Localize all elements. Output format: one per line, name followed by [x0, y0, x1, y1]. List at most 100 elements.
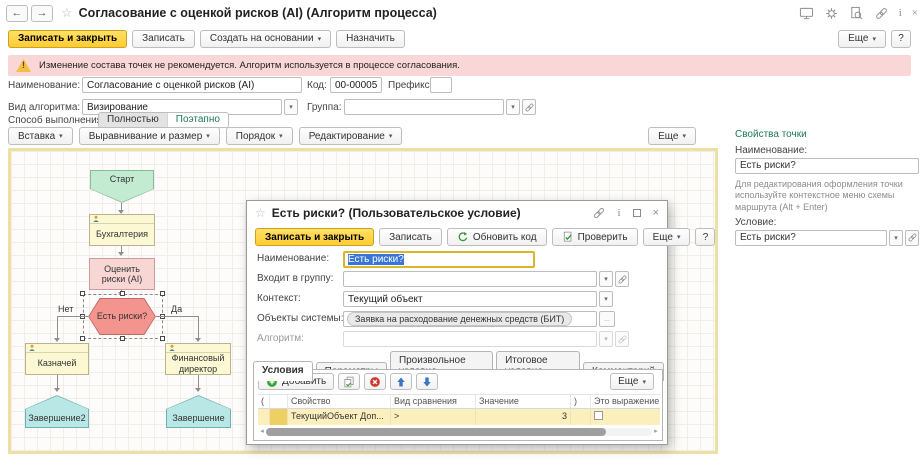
object-chip[interactable]: Заявка на расходование денежных средств …: [347, 312, 572, 326]
create-based-on-button[interactable]: Создать на основании ▾: [200, 30, 331, 48]
editing-menu-button[interactable]: Редактирование▾: [299, 127, 403, 145]
dialog-group-open-button[interactable]: [615, 271, 629, 287]
more-button[interactable]: Еще ▾: [838, 30, 886, 48]
find-icon[interactable]: [849, 6, 864, 21]
dialog-group-dropdown-button[interactable]: ▾: [599, 271, 613, 287]
tab-conditions[interactable]: Условия: [253, 361, 313, 381]
node-start[interactable]: Старт: [90, 170, 154, 203]
delete-button[interactable]: [364, 373, 386, 390]
move-up-button[interactable]: [390, 373, 412, 390]
save-button[interactable]: Записать: [132, 30, 195, 48]
group-dropdown-button[interactable]: ▾: [506, 99, 520, 115]
favorite-star-icon[interactable]: ☆: [61, 5, 73, 21]
panel-condition-input[interactable]: Есть риски?: [735, 230, 887, 246]
horizontal-scrollbar[interactable]: ◂ ▸: [258, 428, 660, 436]
refresh-code-button[interactable]: Обновить код: [447, 228, 547, 246]
prefix-input[interactable]: [430, 77, 452, 93]
algorithm-kind-dropdown-button[interactable]: ▾: [284, 99, 298, 115]
panel-title: Свойства точки: [735, 129, 919, 140]
node-treasurer[interactable]: Казначей: [25, 343, 89, 375]
table-toolbar: Добавить Еще▾: [254, 370, 662, 391]
panel-name-input[interactable]: Есть риски?: [735, 158, 919, 174]
align-size-menu-button[interactable]: Выравнивание и размер▾: [79, 127, 220, 145]
table-row[interactable]: ТекущийОбъект Доп... > 3: [258, 409, 660, 425]
node-accounting[interactable]: Бухгалтерия: [89, 214, 155, 246]
scrollbar-thumb[interactable]: [266, 428, 606, 436]
node-assess-risks[interactable]: Оценить риски (AI): [89, 258, 155, 290]
dialog-algorithm-input[interactable]: [343, 331, 597, 347]
group-open-button[interactable]: [522, 99, 536, 115]
table-more-button[interactable]: Еще▾: [610, 373, 654, 390]
dialog-more-button[interactable]: Еще▾: [643, 228, 691, 246]
dialog-star-icon[interactable]: ☆: [255, 206, 266, 220]
info-icon[interactable]: i: [899, 7, 902, 19]
copy-button[interactable]: [338, 373, 360, 390]
node-end[interactable]: Завершение: [166, 395, 231, 428]
dialog-help-button[interactable]: ?: [695, 228, 715, 246]
check-button[interactable]: Проверить: [552, 228, 638, 246]
dialog-save-close-button[interactable]: Записать и закрыть: [255, 228, 374, 246]
selection-handle[interactable]: [160, 336, 165, 341]
create-based-on-label: Создать на основании: [210, 33, 314, 44]
point-properties-panel: Свойства точки Наименование: Есть риски?…: [735, 129, 919, 246]
dialog-close-icon[interactable]: ×: [653, 207, 659, 219]
dialog-algorithm-dropdown-button[interactable]: ▾: [599, 331, 613, 347]
header-comparison: Вид сравнения: [391, 395, 476, 409]
close-icon[interactable]: ×: [912, 7, 918, 19]
forward-button[interactable]: →: [31, 5, 53, 22]
scroll-right-icon[interactable]: ▸: [652, 428, 660, 436]
selection-handle[interactable]: [120, 336, 125, 341]
connector-line: [57, 316, 88, 317]
dialog-group-input[interactable]: [343, 271, 597, 287]
dialog-objects-choose-button[interactable]: ...: [599, 311, 615, 327]
node-end2[interactable]: Завершение2: [25, 395, 89, 428]
assign-button[interactable]: Назначить: [336, 30, 405, 48]
help-button[interactable]: ?: [891, 30, 911, 48]
dialog-link-icon[interactable]: [592, 206, 606, 220]
monitor-icon[interactable]: [799, 6, 814, 21]
settings-gear-icon[interactable]: [824, 6, 839, 21]
warning-text: Изменение состава точек не рекомендуется…: [39, 60, 460, 71]
move-down-button[interactable]: [416, 373, 438, 390]
node-fin-director[interactable]: Финансовый директор: [165, 343, 231, 375]
execution-full-option[interactable]: Полностью: [99, 113, 167, 127]
expression-checkbox[interactable]: [594, 411, 603, 420]
dialog-maximize-icon[interactable]: [633, 209, 641, 217]
chevron-down-icon: ▾: [318, 35, 322, 43]
back-button[interactable]: ←: [6, 5, 28, 22]
canvas-more-button[interactable]: Еще▾: [648, 127, 696, 145]
command-bar: Записать и закрыть Записать Создать на о…: [0, 26, 924, 51]
dialog-objects-input[interactable]: Заявка на расходование денежных средств …: [343, 311, 597, 327]
name-input[interactable]: [82, 77, 302, 93]
code-input[interactable]: [330, 77, 382, 93]
dialog-name-input[interactable]: Есть риски?: [343, 251, 535, 268]
selection-handle[interactable]: [160, 291, 165, 296]
insert-menu-button[interactable]: Вставка▾: [8, 127, 73, 145]
scroll-left-icon[interactable]: ◂: [258, 428, 266, 436]
chevron-down-icon: ▾: [677, 233, 681, 241]
help-label: ?: [898, 33, 904, 44]
scrollbar-track[interactable]: [266, 428, 652, 436]
dialog-info-icon[interactable]: i: [618, 207, 621, 219]
delete-circle-icon: [369, 376, 381, 388]
prefix-label: Префикс:: [388, 78, 432, 94]
dialog-context-dropdown-button[interactable]: ▾: [599, 291, 613, 307]
execution-staged-option[interactable]: Поэтапно: [167, 113, 228, 127]
selection-handle[interactable]: [120, 291, 125, 296]
save-close-button[interactable]: Записать и закрыть: [8, 30, 127, 48]
panel-condition-open-button[interactable]: [905, 230, 919, 246]
name-label: Наименование:: [8, 78, 80, 94]
link-icon[interactable]: [874, 6, 889, 21]
arrowhead-icon: [195, 388, 201, 392]
order-menu-button[interactable]: Порядок▾: [226, 127, 293, 145]
group-input[interactable]: [344, 99, 504, 115]
panel-condition-dropdown-button[interactable]: ▾: [889, 230, 903, 246]
selection-handle[interactable]: [80, 291, 85, 296]
chevron-down-icon: ▾: [279, 132, 283, 140]
selection-handle[interactable]: [80, 336, 85, 341]
node-condition[interactable]: Есть риски?: [88, 298, 156, 335]
dialog-save-button[interactable]: Записать: [379, 228, 442, 246]
dialog-algorithm-open-button[interactable]: [615, 331, 629, 347]
dialog-context-select[interactable]: [343, 291, 597, 307]
dialog-titlebar: ☆ Есть риски? (Пользовательское условие)…: [247, 201, 667, 225]
